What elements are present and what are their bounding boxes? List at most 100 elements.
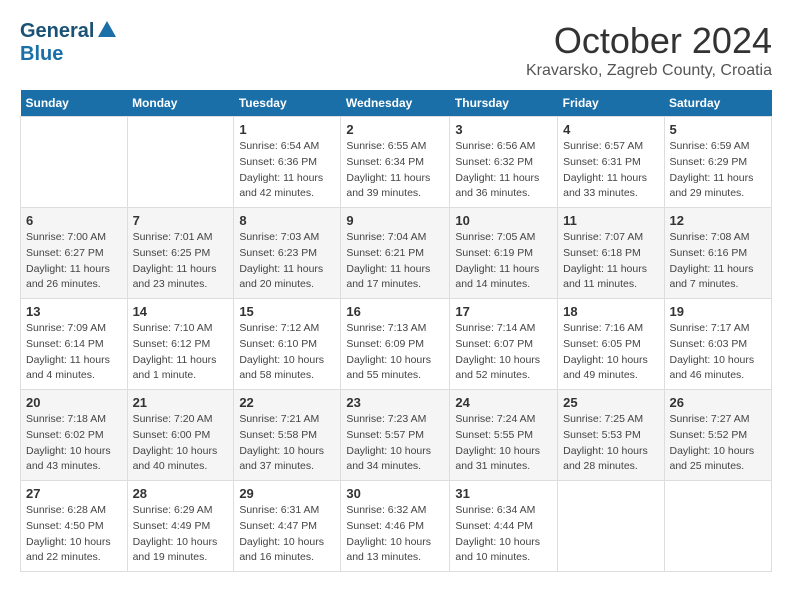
day-number: 3 (455, 122, 552, 137)
day-detail: Sunrise: 7:13 AMSunset: 6:09 PMDaylight:… (346, 321, 444, 384)
calendar-cell: 10Sunrise: 7:05 AMSunset: 6:19 PMDayligh… (450, 208, 558, 299)
day-detail: Sunrise: 7:12 AMSunset: 6:10 PMDaylight:… (239, 321, 335, 384)
calendar-cell: 28 Sunrise: 6:29 AMSunset: 4:49 PMDayligh… (127, 481, 234, 572)
calendar-cell: 5 Sunrise: 6:59 AMSunset: 6:29 PMDaylight… (664, 117, 772, 208)
calendar-week-row: 1 Sunrise: 6:54 AMSunset: 6:36 PMDaylight… (21, 117, 772, 208)
day-detail: Sunrise: 7:00 AMSunset: 6:27 PMDaylight:… (26, 230, 122, 293)
day-number: 25 (563, 395, 658, 410)
day-number: 19 (670, 304, 767, 319)
calendar-cell: 26Sunrise: 7:27 AMSunset: 5:52 PMDayligh… (664, 390, 772, 481)
day-number: 11 (563, 213, 658, 228)
day-detail: Sunrise: 6:54 AMSunset: 6:36 PMDaylight:… (239, 139, 335, 202)
day-number: 23 (346, 395, 444, 410)
day-detail: Sunrise: 6:59 AMSunset: 6:29 PMDaylight:… (670, 139, 767, 202)
day-detail: Sunrise: 6:34 AMSunset: 4:44 PMDaylight:… (455, 503, 552, 566)
day-detail: Sunrise: 7:20 AMSunset: 6:00 PMDaylight:… (133, 412, 229, 475)
day-detail: Sunrise: 7:09 AMSunset: 6:14 PMDaylight:… (26, 321, 122, 384)
logo-general: General (20, 20, 94, 43)
page-subtitle: Kravarsko, Zagreb County, Croatia (526, 62, 772, 80)
day-detail: Sunrise: 7:04 AMSunset: 6:21 PMDaylight:… (346, 230, 444, 293)
day-detail: Sunrise: 7:10 AMSunset: 6:12 PMDaylight:… (133, 321, 229, 384)
calendar-cell: 22Sunrise: 7:21 AMSunset: 5:58 PMDayligh… (234, 390, 341, 481)
calendar-week-row: 13 Sunrise: 7:09 AMSunset: 6:14 PMDayligh… (21, 299, 772, 390)
logo-blue: Blue (20, 43, 63, 65)
calendar-cell: 20 Sunrise: 7:18 AMSunset: 6:02 PMDayligh… (21, 390, 128, 481)
calendar-cell: 9 Sunrise: 7:04 AMSunset: 6:21 PMDaylight… (341, 208, 450, 299)
logo-icon (96, 19, 118, 41)
calendar-cell: 24 Sunrise: 7:24 AMSunset: 5:55 PMDayligh… (450, 390, 558, 481)
calendar-week-row: 6 Sunrise: 7:00 AMSunset: 6:27 PMDaylight… (21, 208, 772, 299)
day-detail: Sunrise: 7:03 AMSunset: 6:23 PMDaylight:… (239, 230, 335, 293)
calendar-cell: 21 Sunrise: 7:20 AMSunset: 6:00 PMDayligh… (127, 390, 234, 481)
day-detail: Sunrise: 7:18 AMSunset: 6:02 PMDaylight:… (26, 412, 122, 475)
day-detail: Sunrise: 6:31 AMSunset: 4:47 PMDaylight:… (239, 503, 335, 566)
calendar-cell: 31 Sunrise: 6:34 AMSunset: 4:44 PMDayligh… (450, 481, 558, 572)
calendar-cell: 3 Sunrise: 6:56 AMSunset: 6:32 PMDaylight… (450, 117, 558, 208)
logo: General Blue (20, 20, 118, 66)
calendar-cell: 30Sunrise: 6:32 AMSunset: 4:46 PMDayligh… (341, 481, 450, 572)
day-number: 5 (670, 122, 767, 137)
day-number: 29 (239, 486, 335, 501)
day-detail: Sunrise: 7:05 AMSunset: 6:19 PMDaylight:… (455, 230, 552, 293)
day-number: 12 (670, 213, 767, 228)
calendar-cell: 7 Sunrise: 7:01 AMSunset: 6:25 PMDaylight… (127, 208, 234, 299)
day-number: 2 (346, 122, 444, 137)
calendar-cell: 16 Sunrise: 7:13 AMSunset: 6:09 PMDayligh… (341, 299, 450, 390)
calendar-cell: 13 Sunrise: 7:09 AMSunset: 6:14 PMDayligh… (21, 299, 128, 390)
day-number: 1 (239, 122, 335, 137)
calendar-cell: 17 Sunrise: 7:14 AMSunset: 6:07 PMDayligh… (450, 299, 558, 390)
weekday-header: Wednesday (341, 90, 450, 117)
day-detail: Sunrise: 6:56 AMSunset: 6:32 PMDaylight:… (455, 139, 552, 202)
day-number: 7 (133, 213, 229, 228)
day-number: 26 (670, 395, 767, 410)
day-number: 20 (26, 395, 122, 410)
calendar-cell (664, 481, 772, 572)
calendar-cell: 4 Sunrise: 6:57 AMSunset: 6:31 PMDaylight… (558, 117, 664, 208)
calendar-cell (21, 117, 128, 208)
day-number: 13 (26, 304, 122, 319)
page-header: General Blue October 2024 Kravarsko, Zag… (20, 20, 772, 80)
calendar-week-row: 27Sunrise: 6:28 AMSunset: 4:50 PMDayligh… (21, 481, 772, 572)
day-number: 16 (346, 304, 444, 319)
day-number: 30 (346, 486, 444, 501)
day-detail: Sunrise: 7:14 AMSunset: 6:07 PMDaylight:… (455, 321, 552, 384)
day-detail: Sunrise: 7:17 AMSunset: 6:03 PMDaylight:… (670, 321, 767, 384)
calendar-cell: 19 Sunrise: 7:17 AMSunset: 6:03 PMDayligh… (664, 299, 772, 390)
day-number: 28 (133, 486, 229, 501)
calendar-table: SundayMondayTuesdayWednesdayThursdayFrid… (20, 90, 772, 572)
day-detail: Sunrise: 7:01 AMSunset: 6:25 PMDaylight:… (133, 230, 229, 293)
day-detail: Sunrise: 7:25 AMSunset: 5:53 PMDaylight:… (563, 412, 658, 475)
day-number: 22 (239, 395, 335, 410)
calendar-cell: 1 Sunrise: 6:54 AMSunset: 6:36 PMDaylight… (234, 117, 341, 208)
day-number: 9 (346, 213, 444, 228)
calendar-cell: 15Sunrise: 7:12 AMSunset: 6:10 PMDayligh… (234, 299, 341, 390)
title-block: October 2024 Kravarsko, Zagreb County, C… (526, 20, 772, 80)
day-number: 31 (455, 486, 552, 501)
calendar-cell: 29 Sunrise: 6:31 AMSunset: 4:47 PMDayligh… (234, 481, 341, 572)
calendar-cell (558, 481, 664, 572)
day-number: 24 (455, 395, 552, 410)
weekday-header: Friday (558, 90, 664, 117)
calendar-cell: 25 Sunrise: 7:25 AMSunset: 5:53 PMDayligh… (558, 390, 664, 481)
day-number: 4 (563, 122, 658, 137)
day-detail: Sunrise: 7:24 AMSunset: 5:55 PMDaylight:… (455, 412, 552, 475)
calendar-cell: 8 Sunrise: 7:03 AMSunset: 6:23 PMDaylight… (234, 208, 341, 299)
day-number: 21 (133, 395, 229, 410)
day-detail: Sunrise: 7:16 AMSunset: 6:05 PMDaylight:… (563, 321, 658, 384)
day-number: 27 (26, 486, 122, 501)
day-number: 14 (133, 304, 229, 319)
weekday-header: Thursday (450, 90, 558, 117)
calendar-header-row: SundayMondayTuesdayWednesdayThursdayFrid… (21, 90, 772, 117)
calendar-cell: 14 Sunrise: 7:10 AMSunset: 6:12 PMDayligh… (127, 299, 234, 390)
calendar-cell: 18Sunrise: 7:16 AMSunset: 6:05 PMDayligh… (558, 299, 664, 390)
day-number: 6 (26, 213, 122, 228)
weekday-header: Monday (127, 90, 234, 117)
day-detail: Sunrise: 6:29 AMSunset: 4:49 PMDaylight:… (133, 503, 229, 566)
day-detail: Sunrise: 6:57 AMSunset: 6:31 PMDaylight:… (563, 139, 658, 202)
calendar-week-row: 20 Sunrise: 7:18 AMSunset: 6:02 PMDayligh… (21, 390, 772, 481)
calendar-cell: 12Sunrise: 7:08 AMSunset: 6:16 PMDayligh… (664, 208, 772, 299)
calendar-cell: 6 Sunrise: 7:00 AMSunset: 6:27 PMDaylight… (21, 208, 128, 299)
day-number: 17 (455, 304, 552, 319)
calendar-cell (127, 117, 234, 208)
day-number: 8 (239, 213, 335, 228)
